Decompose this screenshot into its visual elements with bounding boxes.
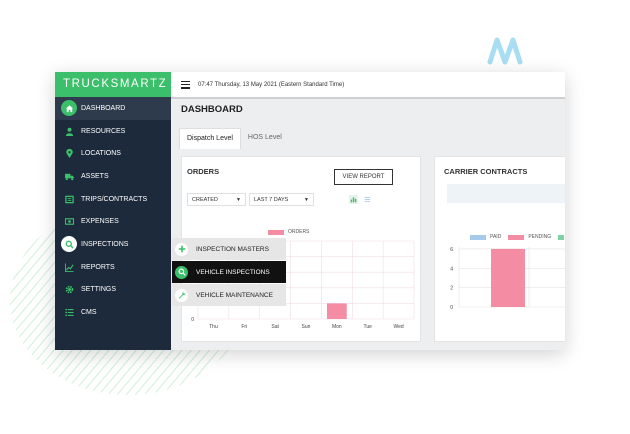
view-report-button[interactable]: VIEW REPORT bbox=[334, 169, 393, 185]
home-icon bbox=[61, 100, 77, 117]
tab-dispatch-level[interactable]: Dispatch Level bbox=[179, 128, 241, 149]
line-chart-icon bbox=[64, 262, 74, 272]
sidebar-item-resources[interactable]: RESOURCES bbox=[55, 120, 171, 143]
sidebar-item-expenses[interactable]: EXPENSES bbox=[55, 210, 171, 233]
submenu-item-inspection-masters[interactable]: INSPECTION MASTERS bbox=[172, 238, 286, 260]
date-range-select[interactable]: LAST 7 DAYS ▼ bbox=[249, 193, 314, 206]
status-filter-select[interactable]: CREATED ▼ bbox=[187, 193, 246, 206]
orders-bar bbox=[326, 303, 347, 319]
carrier-contracts-title: CARRIER CONTRACTS bbox=[444, 167, 528, 176]
carrier-y-tick: 6 bbox=[450, 247, 453, 253]
sidebar: TRUCKSMARTZ DASHBOARD RESOURCES LOCATION… bbox=[55, 72, 171, 350]
app-window: TRUCKSMARTZ DASHBOARD RESOURCES LOCATION… bbox=[55, 72, 565, 350]
sidebar-item-cms[interactable]: CMS bbox=[55, 301, 171, 324]
top-bar: 07:47 Thursday, 13 May 2021 (Eastern Sta… bbox=[171, 72, 565, 99]
carrier-filter-bar bbox=[447, 184, 565, 203]
sidebar-item-trips-contracts[interactable]: TRIPS/CONTRACTS bbox=[55, 188, 171, 211]
paid-legend-label: PAID bbox=[490, 234, 502, 240]
submenu-item-vehicle-inspections[interactable]: VEHICLE INSPECTIONS bbox=[172, 261, 286, 283]
orders-x-tick: Mon bbox=[332, 324, 342, 330]
third-legend-swatch bbox=[558, 234, 565, 240]
current-datetime: 07:47 Thursday, 13 May 2021 (Eastern Sta… bbox=[198, 81, 345, 88]
pending-legend-swatch bbox=[508, 234, 525, 240]
sidebar-item-label: SETTINGS bbox=[81, 286, 117, 294]
list-icon bbox=[64, 308, 74, 318]
money-icon bbox=[64, 217, 74, 227]
orders-title: ORDERS bbox=[187, 167, 220, 176]
submenu-item-label: VEHICLE MAINTENANCE bbox=[196, 291, 273, 299]
orders-x-tick: Wed bbox=[393, 324, 403, 330]
list-view-icon[interactable] bbox=[363, 195, 372, 204]
search-icon bbox=[175, 265, 188, 279]
gear-icon bbox=[64, 285, 74, 295]
sidebar-item-dashboard[interactable]: DASHBOARD bbox=[55, 97, 171, 120]
page-title: DASHBOARD bbox=[181, 104, 243, 115]
sidebar-item-label: TRIPS/CONTRACTS bbox=[81, 195, 148, 203]
main-content: DASHBOARD Dispatch Level HOS Level ORDER… bbox=[171, 99, 565, 350]
brand-logo: TRUCKSMARTZ bbox=[55, 72, 171, 97]
bar-chart-view-icon[interactable] bbox=[349, 195, 358, 204]
truck-icon bbox=[64, 171, 74, 181]
sidebar-item-inspections[interactable]: INSPECTIONS bbox=[55, 233, 171, 256]
orders-x-tick: Sun bbox=[302, 324, 311, 330]
submenu-item-label: INSPECTION MASTERS bbox=[196, 245, 269, 253]
wrench-icon bbox=[175, 288, 188, 302]
sidebar-item-label: DASHBOARD bbox=[81, 104, 126, 112]
orders-legend: ORDERS bbox=[268, 229, 309, 235]
orders-legend-label: ORDERS bbox=[288, 229, 310, 235]
orders-x-tick: Tue bbox=[363, 324, 372, 330]
chevron-down-icon: ▼ bbox=[236, 196, 241, 203]
carrier-bar bbox=[491, 248, 525, 307]
search-icon bbox=[61, 236, 77, 253]
location-pin-icon bbox=[64, 149, 74, 159]
sidebar-item-label: ASSETS bbox=[81, 172, 109, 180]
sidebar-item-label: REPORTS bbox=[81, 263, 115, 271]
date-range-value: LAST 7 DAYS bbox=[254, 196, 289, 203]
carrier-y-tick: 2 bbox=[450, 286, 453, 292]
sidebar-item-settings[interactable]: SETTINGS bbox=[55, 279, 171, 302]
sidebar-item-assets[interactable]: ASSETS bbox=[55, 165, 171, 188]
sidebar-item-reports[interactable]: REPORTS bbox=[55, 256, 171, 279]
user-icon bbox=[64, 126, 74, 136]
sidebar-item-label: CMS bbox=[81, 309, 97, 317]
carrier-y-tick: 0 bbox=[450, 305, 453, 311]
carrier-chart: 0 2 4 6 bbox=[450, 247, 565, 311]
carrier-y-tick: 4 bbox=[450, 266, 453, 272]
sidebar-item-locations[interactable]: LOCATIONS bbox=[55, 142, 171, 165]
carrier-legend: PAID PENDING bbox=[470, 234, 565, 240]
sidebar-item-label: LOCATIONS bbox=[81, 150, 121, 158]
orders-y-tick: 0 bbox=[191, 317, 194, 323]
sidebar-item-label: EXPENSES bbox=[81, 218, 119, 226]
orders-legend-swatch bbox=[268, 229, 284, 235]
tab-hos-level[interactable]: HOS Level bbox=[241, 128, 289, 149]
orders-x-tick: Sat bbox=[271, 324, 279, 330]
submenu-item-label: VEHICLE INSPECTIONS bbox=[196, 268, 270, 276]
marketing-stage: TRUCKSMARTZ DASHBOARD RESOURCES LOCATION… bbox=[0, 0, 630, 434]
sidebar-item-label: INSPECTIONS bbox=[81, 240, 129, 248]
paid-legend-swatch bbox=[470, 234, 486, 240]
status-filter-value: CREATED bbox=[192, 196, 218, 203]
submenu-item-vehicle-maintenance[interactable]: VEHICLE MAINTENANCE bbox=[172, 284, 286, 306]
hamburger-menu-icon[interactable] bbox=[181, 80, 190, 89]
carrier-contracts-panel: CARRIER CONTRACTS PAID PENDING 0 2 4 6 bbox=[434, 156, 565, 342]
document-icon bbox=[64, 194, 74, 204]
level-tabs: Dispatch Level HOS Level bbox=[179, 128, 289, 149]
sidebar-item-label: RESOURCES bbox=[81, 127, 126, 135]
orders-x-tick: Thu bbox=[209, 324, 218, 330]
chevron-down-icon: ▼ bbox=[304, 196, 309, 203]
orders-x-tick: Fri bbox=[241, 324, 247, 330]
pending-legend-label: PENDING bbox=[528, 234, 552, 240]
plus-icon bbox=[175, 242, 188, 256]
